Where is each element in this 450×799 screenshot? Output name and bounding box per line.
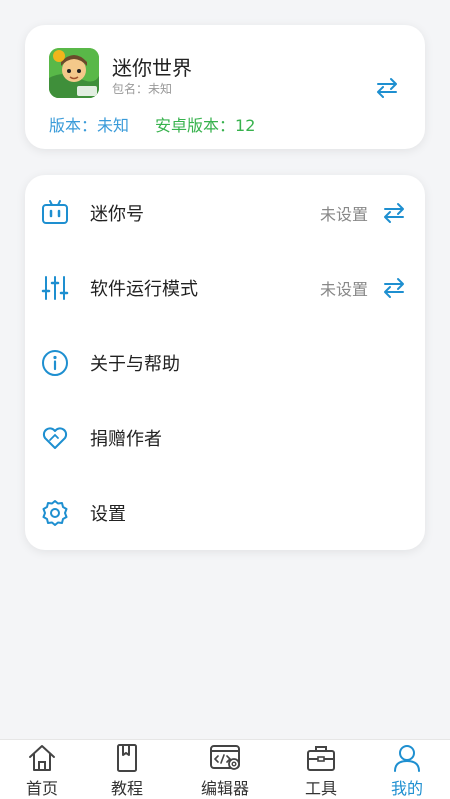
bottom-tab-bar: 首页 教程 编辑器 工具 我的 — [0, 739, 450, 799]
menu-item-value: 未设置 — [319, 279, 368, 299]
tab-editor[interactable]: 编辑器 — [185, 740, 265, 799]
menu-item-mini-id[interactable]: 迷你号 未设置 — [25, 175, 425, 250]
sliders-icon — [41, 275, 69, 300]
menu-item-label: 设置 — [90, 503, 126, 525]
home-icon — [29, 745, 55, 771]
menu-item-label: 迷你号 — [90, 203, 144, 225]
tab-mine[interactable]: 我的 — [367, 740, 447, 799]
menu-item-about[interactable]: 关于与帮助 — [25, 325, 425, 400]
app-name: 迷你世界 — [112, 56, 192, 80]
game-app-icon — [49, 48, 99, 98]
menu-item-settings[interactable]: 设置 — [25, 475, 425, 550]
switch-app-icon[interactable] — [374, 75, 400, 101]
app-info-card: 迷你世界 包名：未知 版本：未知 安卓版本：12 — [25, 25, 425, 149]
gear-icon — [42, 499, 68, 526]
menu-item-label: 软件运行模式 — [90, 278, 198, 300]
book-icon — [117, 744, 137, 772]
tab-label: 教程 — [110, 779, 143, 798]
tab-label: 编辑器 — [200, 779, 249, 798]
switch-icon[interactable] — [381, 200, 407, 226]
robot-id-icon — [42, 199, 68, 224]
menu-item-donate[interactable]: 捐赠作者 — [25, 400, 425, 475]
tab-label: 首页 — [25, 779, 58, 798]
heart-icon — [42, 426, 68, 449]
app-package: 包名：未知 — [112, 82, 173, 96]
toolbox-icon — [307, 746, 335, 771]
info-icon — [42, 349, 68, 376]
tab-tutorial[interactable]: 教程 — [87, 740, 167, 799]
tab-tools[interactable]: 工具 — [281, 740, 361, 799]
tab-label: 工具 — [304, 779, 337, 798]
menu-card: 迷你号 未设置 软件运行模式 未设置 关于与帮助 捐赠作者 设置 — [25, 175, 425, 550]
menu-item-value: 未设置 — [319, 204, 368, 224]
switch-icon[interactable] — [381, 275, 407, 301]
android-version: 安卓版本：12 — [155, 116, 256, 135]
tab-home[interactable]: 首页 — [2, 740, 82, 799]
menu-item-run-mode[interactable]: 软件运行模式 未设置 — [25, 250, 425, 325]
user-icon — [394, 745, 420, 772]
menu-item-label: 捐赠作者 — [90, 428, 162, 450]
app-version: 版本：未知 — [49, 116, 130, 135]
version-row: 版本：未知 安卓版本：12 — [49, 112, 255, 136]
tab-label: 我的 — [390, 779, 423, 798]
menu-item-label: 关于与帮助 — [90, 353, 180, 375]
code-editor-icon — [210, 745, 240, 770]
